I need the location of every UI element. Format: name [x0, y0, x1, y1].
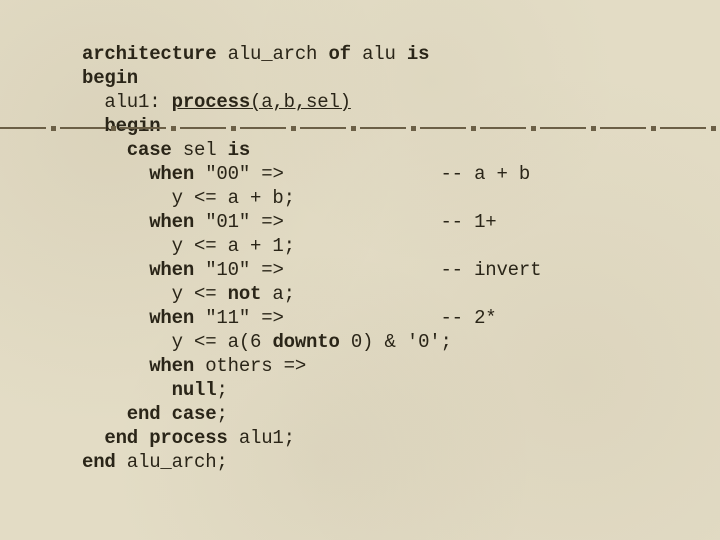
code-line: begin — [82, 66, 541, 90]
keyword: downto — [272, 331, 339, 353]
code-line: case sel is — [82, 138, 541, 162]
code-line: end alu_arch; — [82, 450, 541, 474]
code-line: when others => — [82, 354, 541, 378]
keyword: when — [82, 211, 194, 233]
keyword: is — [407, 43, 429, 65]
keyword: when — [82, 163, 194, 185]
keyword: architecture — [82, 43, 216, 65]
code-line: when "11" => -- 2* — [82, 306, 541, 330]
code-line: end case; — [82, 402, 541, 426]
keyword: case — [82, 139, 172, 161]
keyword: process — [172, 91, 250, 113]
keyword: null — [82, 379, 216, 401]
code-line: y <= not a; — [82, 282, 541, 306]
code-line: y <= a(6 downto 0) & '0'; — [82, 330, 541, 354]
keyword: is — [228, 139, 250, 161]
code-line: y <= a + b; — [82, 186, 541, 210]
code-line: end process alu1; — [82, 426, 541, 450]
code-line: architecture alu_arch of alu is — [82, 42, 541, 66]
keyword: when — [82, 307, 194, 329]
keyword: not — [228, 283, 262, 305]
code-line: null; — [82, 378, 541, 402]
keyword: when — [82, 355, 194, 377]
code-line: when "00" => -- a + b — [82, 162, 541, 186]
keyword: end case — [82, 403, 216, 425]
divider-line — [0, 126, 720, 130]
keyword: end — [82, 451, 116, 473]
keyword: when — [82, 259, 194, 281]
keyword: end process — [82, 427, 228, 449]
code-line: y <= a + 1; — [82, 234, 541, 258]
code-line: when "10" => -- invert — [82, 258, 541, 282]
code-line: alu1: process(a,b,sel) — [82, 90, 541, 114]
code-line: when "01" => -- 1+ — [82, 210, 541, 234]
code-block: architecture alu_arch of alu is begin al… — [82, 42, 541, 474]
keyword: begin — [82, 67, 138, 89]
keyword: of — [328, 43, 350, 65]
